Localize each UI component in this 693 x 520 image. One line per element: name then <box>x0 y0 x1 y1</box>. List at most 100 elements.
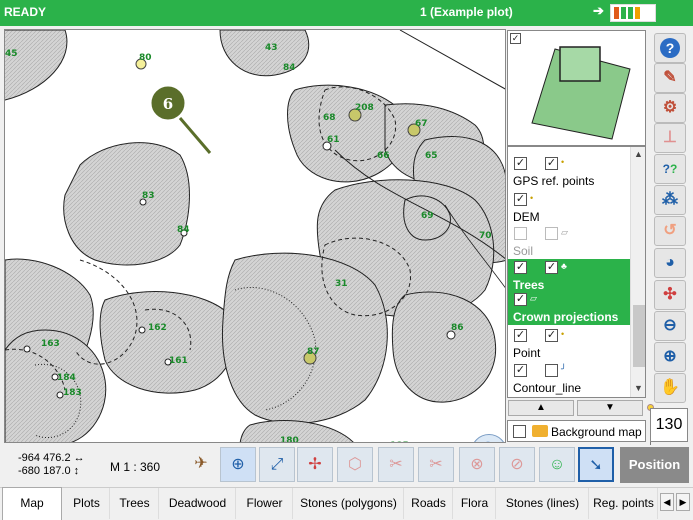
satellite-gps-icon[interactable]: ✈ <box>183 447 219 482</box>
split-line-icon[interactable]: ✂ <box>378 447 414 482</box>
select-points-icon[interactable]: ⁂ <box>654 185 686 215</box>
tree-label: 80 <box>139 53 152 63</box>
query-icon[interactable]: ?? <box>654 154 686 184</box>
layer-list-scrollbar[interactable]: ▲ ▼ <box>630 147 645 397</box>
tree-label: 68 <box>323 113 336 123</box>
wrench-icon[interactable]: ✎ <box>654 63 686 93</box>
undo-icon[interactable]: ↺ <box>654 216 686 246</box>
arrow-right-icon[interactable]: ➔ <box>593 3 604 19</box>
layer-label-checkbox[interactable] <box>545 227 558 240</box>
coord-y: -680 187.0 <box>18 465 71 477</box>
tree-label: 180 <box>280 436 299 443</box>
layer-name: Crown projections <box>513 310 619 324</box>
tab-deadwood[interactable]: Deadwood <box>160 488 236 519</box>
edit-polygon-icon[interactable]: ⬡ <box>337 447 373 482</box>
tree-label: 69 <box>421 211 434 221</box>
cut-icon[interactable]: ✂ <box>418 447 454 482</box>
tab-stones-polygons[interactable]: Stones (polygons) <box>294 488 404 519</box>
layer-up-button[interactable]: ▲ <box>508 400 574 416</box>
layer-contour-line[interactable]: ✓ ╯ Contour_line <box>508 362 630 396</box>
stamp-icon[interactable]: ⊥ <box>654 123 686 153</box>
layer-dem[interactable]: ✓ • DEM <box>508 191 630 225</box>
tree-label: 86 <box>451 323 464 333</box>
person-icon[interactable]: ☺ <box>539 447 575 482</box>
layer-trees[interactable]: ✓ ✓ ♣ Trees <box>508 259 630 293</box>
pan-hand-icon[interactable]: ✋ <box>654 373 686 403</box>
point-icon: • <box>530 193 534 203</box>
tab-flora[interactable]: Flora <box>454 488 496 519</box>
scroll-down-icon[interactable]: ▼ <box>634 383 643 393</box>
tree-label: 61 <box>327 135 340 145</box>
delete-icon[interactable]: ⊗ <box>459 447 495 482</box>
plot-name[interactable]: 1 (Example plot) <box>420 5 513 19</box>
edit-vertices-icon[interactable]: ⤢ <box>259 447 295 482</box>
scroll-thumb[interactable] <box>633 305 645 367</box>
layer-visible-checkbox[interactable]: ✓ <box>514 261 527 274</box>
tree-label: 83 <box>142 191 155 201</box>
layer-visible-checkbox[interactable]: ✓ <box>514 157 527 170</box>
globe-icon[interactable]: ◕ <box>654 248 686 278</box>
coord-x: -964 476.2 <box>18 452 71 464</box>
tab-map[interactable]: Map <box>2 487 62 520</box>
tab-trees[interactable]: Trees <box>111 488 159 519</box>
layer-gps-ref-points[interactable]: ✓ ✓ • GPS ref. points <box>508 155 630 189</box>
scroll-up-icon[interactable]: ▲ <box>634 149 643 159</box>
tab-bar: Map Plots Trees Deadwood Flower Stones (… <box>0 487 693 520</box>
background-map-toggle[interactable]: Background map <box>507 420 646 442</box>
tree-label: 70 <box>479 231 492 241</box>
layer-label-checkbox[interactable]: ✓ <box>545 157 558 170</box>
map-scale: M 1 : 360 <box>110 460 161 474</box>
zoom-out-icon[interactable]: ⊖ <box>654 311 686 341</box>
position-button[interactable]: Position <box>620 447 689 483</box>
tree-label: 31 <box>335 279 348 289</box>
layer-label-checkbox[interactable]: ✓ <box>545 261 558 274</box>
point-icon: • <box>561 329 565 339</box>
delete-vertex-icon[interactable]: ⊘ <box>499 447 535 482</box>
tab-reg-points[interactable]: Reg. points <box>590 488 658 519</box>
tab-flower[interactable]: Flower <box>237 488 293 519</box>
scale-value: 130 <box>650 408 688 442</box>
layer-label-checkbox[interactable] <box>545 364 558 377</box>
background-map-label: Background map <box>551 425 642 439</box>
callout-number: 6 <box>163 95 173 113</box>
layer-soil[interactable]: ▱ Soil <box>508 225 630 259</box>
layer-visible-checkbox[interactable]: ✓ <box>514 193 527 206</box>
point-icon: • <box>561 157 565 167</box>
tab-roads[interactable]: Roads <box>405 488 453 519</box>
gear-icon[interactable]: ⚙ <box>654 93 686 123</box>
crosshair-icon[interactable]: ⊕ <box>220 447 256 482</box>
tree-label: 66 <box>377 151 390 161</box>
zoom-fit-icon[interactable] <box>471 434 505 442</box>
layer-crown-projections[interactable]: ✓ ▱ Crown projections <box>508 291 630 325</box>
zoom-in-icon[interactable]: ⊕ <box>654 342 686 372</box>
right-toolbar: ? ✎ ⚙ ⊥ ?? ⁂ ↺ ◕ ✣ ⊖ ⊕ ✋ <box>652 30 690 403</box>
tab-scroll-left-icon[interactable]: ◀ <box>660 493 674 511</box>
layer-name: GPS ref. points <box>513 174 595 188</box>
tree-label: 67 <box>415 119 428 129</box>
layer-visible-checkbox[interactable] <box>514 227 527 240</box>
overview-map[interactable]: ✓ <box>507 30 646 146</box>
tab-stones-lines[interactable]: Stones (lines) <box>497 488 589 519</box>
tree-label: 84 <box>177 225 190 235</box>
layer-visible-checkbox[interactable]: ✓ <box>514 329 527 342</box>
tree-label: 45 <box>5 49 18 59</box>
pointer-arrow-icon[interactable]: ➘ <box>578 447 614 482</box>
layer-visible-checkbox[interactable]: ✓ <box>514 364 527 377</box>
battery-icon <box>610 4 656 22</box>
help-icon[interactable]: ? <box>654 33 686 63</box>
folder-icon <box>532 425 548 437</box>
map-canvas[interactable]: 6 43 45 80 84 68 208 67 61 66 65 83 84 6… <box>4 29 506 443</box>
tab-scroll-right-icon[interactable]: ▶ <box>676 493 690 511</box>
layer-name: Trees <box>513 278 545 292</box>
layer-down-button[interactable]: ▼ <box>577 400 643 416</box>
tree-label: 65 <box>425 151 438 161</box>
layer-label-checkbox[interactable]: ✓ <box>545 329 558 342</box>
layer-visible-checkbox[interactable]: ✓ <box>514 293 527 306</box>
background-map-checkbox[interactable] <box>513 425 526 438</box>
fit-extent-icon[interactable]: ✣ <box>654 280 686 310</box>
move-point-icon[interactable]: ✢ <box>297 447 333 482</box>
layer-point[interactable]: ✓ ✓ • Point <box>508 327 630 361</box>
tab-plots[interactable]: Plots <box>64 488 110 519</box>
tree-label: 84 <box>283 63 296 73</box>
tree-label: 162 <box>148 323 167 333</box>
